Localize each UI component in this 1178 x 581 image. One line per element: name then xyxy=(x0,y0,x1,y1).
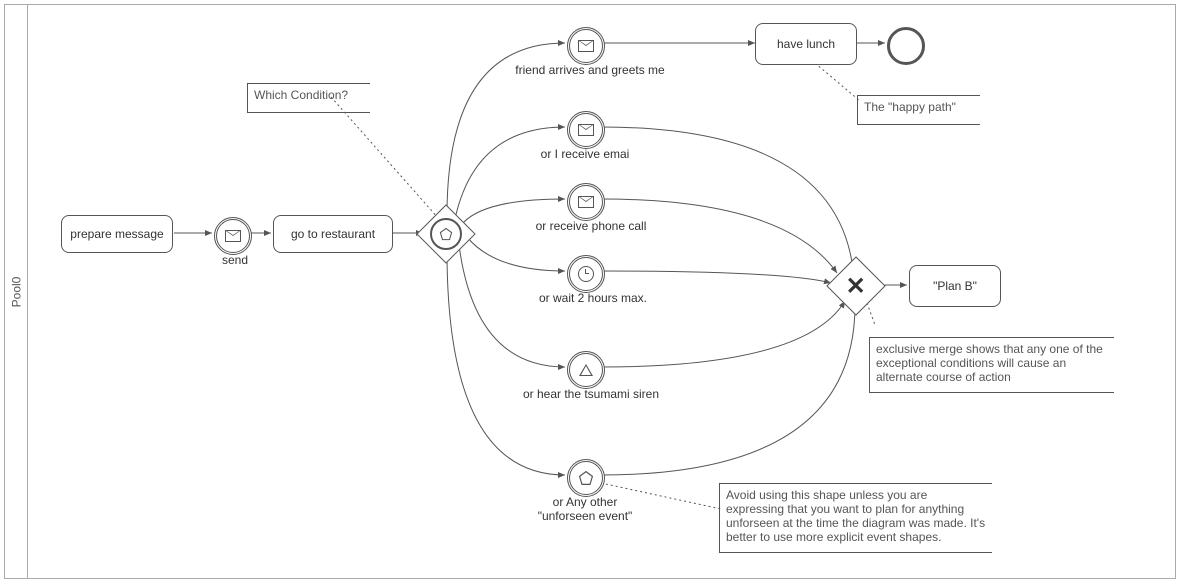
event-label: send xyxy=(215,253,255,267)
envelope-icon xyxy=(578,40,594,52)
task-label: "Plan B" xyxy=(933,279,977,293)
x-icon: ✕ xyxy=(846,271,866,300)
event-wait-timer[interactable] xyxy=(567,255,605,293)
task-have-lunch[interactable]: have lunch xyxy=(755,23,857,65)
pool-label: Pool0 xyxy=(5,5,28,578)
envelope-icon xyxy=(578,124,594,136)
gateway-event-based[interactable] xyxy=(416,204,475,263)
triangle-icon xyxy=(579,364,593,376)
pentagon-icon xyxy=(578,470,594,486)
event-label: or receive phone call xyxy=(521,219,661,233)
event-label: or hear the tsumami siren xyxy=(511,387,671,401)
event-label: or I receive emai xyxy=(525,147,645,161)
pool: Pool0 xyxy=(4,4,1176,579)
event-other-unforeseen[interactable] xyxy=(567,459,605,497)
annotation-text: Avoid using this shape unless you are ex… xyxy=(726,488,985,544)
event-friend-arrives[interactable] xyxy=(567,27,605,65)
gateway-exclusive-merge[interactable]: ✕ xyxy=(826,256,885,315)
event-label-line1: or Any other xyxy=(525,495,645,509)
pool-label-text: Pool0 xyxy=(9,276,23,307)
annotation-happy-path: The "happy path" xyxy=(857,95,980,125)
gateway-inner xyxy=(430,218,462,250)
event-send-message[interactable] xyxy=(214,217,252,255)
event-receive-email[interactable] xyxy=(567,111,605,149)
event-label-line2: "unforseen event" xyxy=(525,509,645,523)
event-end[interactable] xyxy=(887,27,925,65)
annotation-which-condition: Which Condition? xyxy=(247,83,370,113)
event-label: or Any other "unforseen event" xyxy=(525,495,645,523)
task-label: have lunch xyxy=(777,37,835,51)
bpmn-diagram: Pool0 xyxy=(0,0,1178,581)
annotation-avoid-shape: Avoid using this shape unless you are ex… xyxy=(719,483,992,553)
clock-icon xyxy=(578,266,594,282)
annotation-text: exclusive merge shows that any one of th… xyxy=(876,342,1103,384)
task-label: prepare message xyxy=(70,227,163,241)
event-receive-phone[interactable] xyxy=(567,183,605,221)
task-prepare-message[interactable]: prepare message xyxy=(61,215,173,253)
event-label: or wait 2 hours max. xyxy=(523,291,663,305)
annotation-text: The "happy path" xyxy=(864,100,956,114)
task-plan-b[interactable]: "Plan B" xyxy=(909,265,1001,307)
annotation-exclusive-merge: exclusive merge shows that any one of th… xyxy=(869,337,1114,393)
task-go-to-restaurant[interactable]: go to restaurant xyxy=(273,215,393,253)
event-label: friend arrives and greets me xyxy=(505,63,675,77)
envelope-icon xyxy=(578,196,594,208)
task-label: go to restaurant xyxy=(291,227,375,241)
pentagon-icon xyxy=(439,227,453,241)
envelope-icon xyxy=(225,230,241,242)
annotation-text: Which Condition? xyxy=(254,88,348,102)
event-tsunami-siren[interactable] xyxy=(567,351,605,389)
